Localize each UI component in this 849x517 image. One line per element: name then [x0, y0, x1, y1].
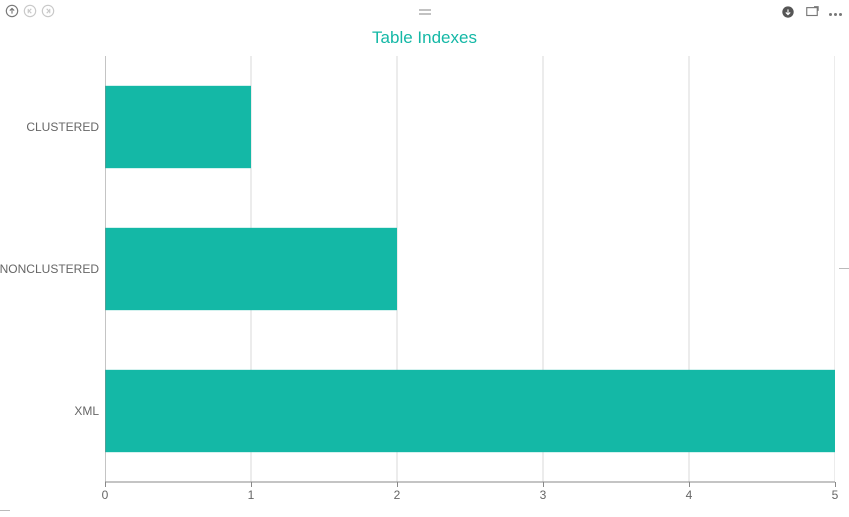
x-tick — [689, 482, 690, 487]
toolbar-right-group — [780, 3, 843, 21]
skip-forward-circle-icon — [40, 3, 56, 19]
more-options-icon[interactable] — [828, 3, 843, 21]
x-tick-label: 4 — [686, 488, 693, 502]
corner-mark-bl — [0, 510, 10, 511]
arrow-up-circle-icon[interactable] — [4, 3, 20, 19]
x-tick — [397, 482, 398, 487]
chart-area: CLUSTERED NONCLUSTERED XML 0 1 2 3 4 5 — [0, 52, 849, 500]
x-axis-labels: 012345 — [105, 488, 835, 508]
x-tick — [105, 482, 106, 487]
focus-mode-icon[interactable] — [804, 4, 820, 20]
x-tick-label: 1 — [248, 488, 255, 502]
toolbar-left-group — [4, 3, 56, 19]
x-tick-label: 5 — [832, 488, 839, 502]
y-tick-label: NONCLUSTERED — [0, 262, 99, 276]
edge-mark-r — [839, 268, 849, 269]
bar-clustered[interactable] — [105, 86, 251, 168]
y-tick-label: CLUSTERED — [26, 120, 99, 134]
x-tick — [835, 482, 836, 487]
drag-handle-icon[interactable] — [417, 4, 433, 22]
chart-toolbar — [0, 0, 849, 22]
arrow-down-circle-icon[interactable] — [780, 4, 796, 20]
x-tick — [251, 482, 252, 487]
y-tick-label: XML — [74, 404, 99, 418]
chart-title: Table Indexes — [0, 28, 849, 48]
x-tick-label: 3 — [540, 488, 547, 502]
bar-nonclustered[interactable] — [105, 228, 397, 310]
x-tick — [543, 482, 544, 487]
x-tick-label: 2 — [394, 488, 401, 502]
skip-back-circle-icon — [22, 3, 38, 19]
y-axis-labels: CLUSTERED NONCLUSTERED XML — [0, 52, 105, 500]
plot-svg — [105, 52, 835, 500]
bar-xml[interactable] — [105, 370, 835, 452]
x-tick-label: 0 — [102, 488, 109, 502]
